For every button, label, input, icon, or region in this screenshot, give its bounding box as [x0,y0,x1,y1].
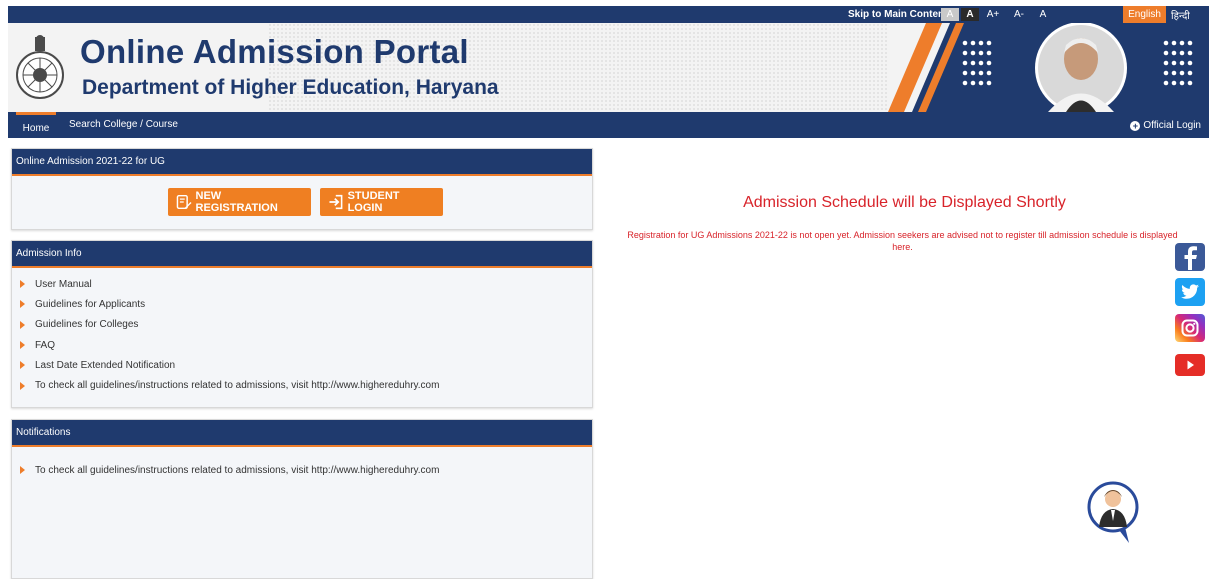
student-login-label: STUDENT LOGIN [347,190,400,214]
caret-right-icon [20,280,25,289]
site-header: Online Admission Portal Department of Hi… [8,23,1209,112]
info-link-label: Guidelines for Applicants [35,298,146,310]
info-link-label: Guidelines for Colleges [35,319,139,331]
info-link-label: FAQ [35,339,56,351]
plus-circle-icon: + [1130,120,1141,131]
font-size-normal[interactable]: A [961,8,979,21]
twitter-icon[interactable] [1175,278,1205,306]
youtube-icon[interactable] [1175,354,1205,376]
admission-panel: Online Admission 2021-22 for UG NEW REGI… [11,148,593,230]
font-size-reset[interactable]: A [941,8,959,21]
department-subtitle: Department of Higher Education, Haryana [82,76,499,99]
student-login-button[interactable]: STUDENT LOGIN [320,188,443,216]
portal-title: Online Admission Portal [80,33,469,70]
admission-schedule-heading: Admission Schedule will be Displayed Sho… [743,194,1066,211]
notifications-panel: Notifications To check all guidelines/in… [11,419,593,579]
haryana-emblem-logo[interactable] [14,35,66,101]
notification-label: To check all guidelines/instructions rel… [35,464,440,476]
caret-right-icon [20,361,25,370]
notification-item[interactable]: To check all guidelines/instructions rel… [18,460,592,480]
main-nav: Home Search College / Course + Official … [8,112,1209,138]
header-banner-graphic [888,23,1209,112]
sign-in-icon [329,194,343,210]
nav-home[interactable]: Home [16,112,56,138]
caret-right-icon [20,320,25,329]
caret-right-icon [20,341,25,350]
caret-right-icon [20,300,25,309]
edit-form-icon [176,194,192,210]
nav-search-college[interactable]: Search College / Course [69,119,178,130]
official-login-link[interactable]: + Official Login [1130,120,1201,131]
admission-panel-title: Online Admission 2021-22 for UG [12,149,592,176]
caret-right-icon [20,381,25,390]
new-registration-label: NEW REGISTRATION [195,190,278,214]
instagram-icon[interactable] [1175,314,1205,342]
admission-info-panel: Admission Info User Manual Guidelines fo… [11,240,593,408]
language-hindi-button[interactable]: हिन्दी [1171,8,1190,22]
info-link-guidelines-colleges[interactable]: Guidelines for Colleges [18,315,592,335]
font-size-default[interactable]: A [1034,8,1052,21]
info-link-guidelines-website[interactable]: To check all guidelines/instructions rel… [18,375,592,395]
font-size-decrease[interactable]: A- [1010,8,1028,21]
facebook-icon[interactable] [1175,243,1205,271]
utility-bar: Skip to Main Content A A A+ A- A English… [8,6,1209,23]
caret-right-icon [20,466,25,475]
chat-assistant-icon[interactable] [1085,477,1141,547]
font-size-increase[interactable]: A+ [984,8,1002,21]
info-link-label: Last Date Extended Notification [35,359,176,371]
official-login-label: Official Login [1143,120,1201,131]
info-link-user-manual[interactable]: User Manual [18,274,592,294]
registration-notice: Registration for UG Admissions 2021-22 i… [627,230,1178,252]
info-link-label: To check all guidelines/instructions rel… [35,380,440,392]
new-registration-button[interactable]: NEW REGISTRATION [168,188,311,216]
info-link-faq[interactable]: FAQ [18,335,592,355]
admission-info-title: Admission Info [12,241,592,268]
notifications-title: Notifications [12,420,592,447]
info-link-last-date-extended[interactable]: Last Date Extended Notification [18,355,592,375]
skip-to-main-link[interactable]: Skip to Main Content [848,9,947,20]
info-link-label: User Manual [35,278,92,290]
info-link-guidelines-applicants[interactable]: Guidelines for Applicants [18,294,592,314]
language-english-button[interactable]: English [1123,6,1166,23]
